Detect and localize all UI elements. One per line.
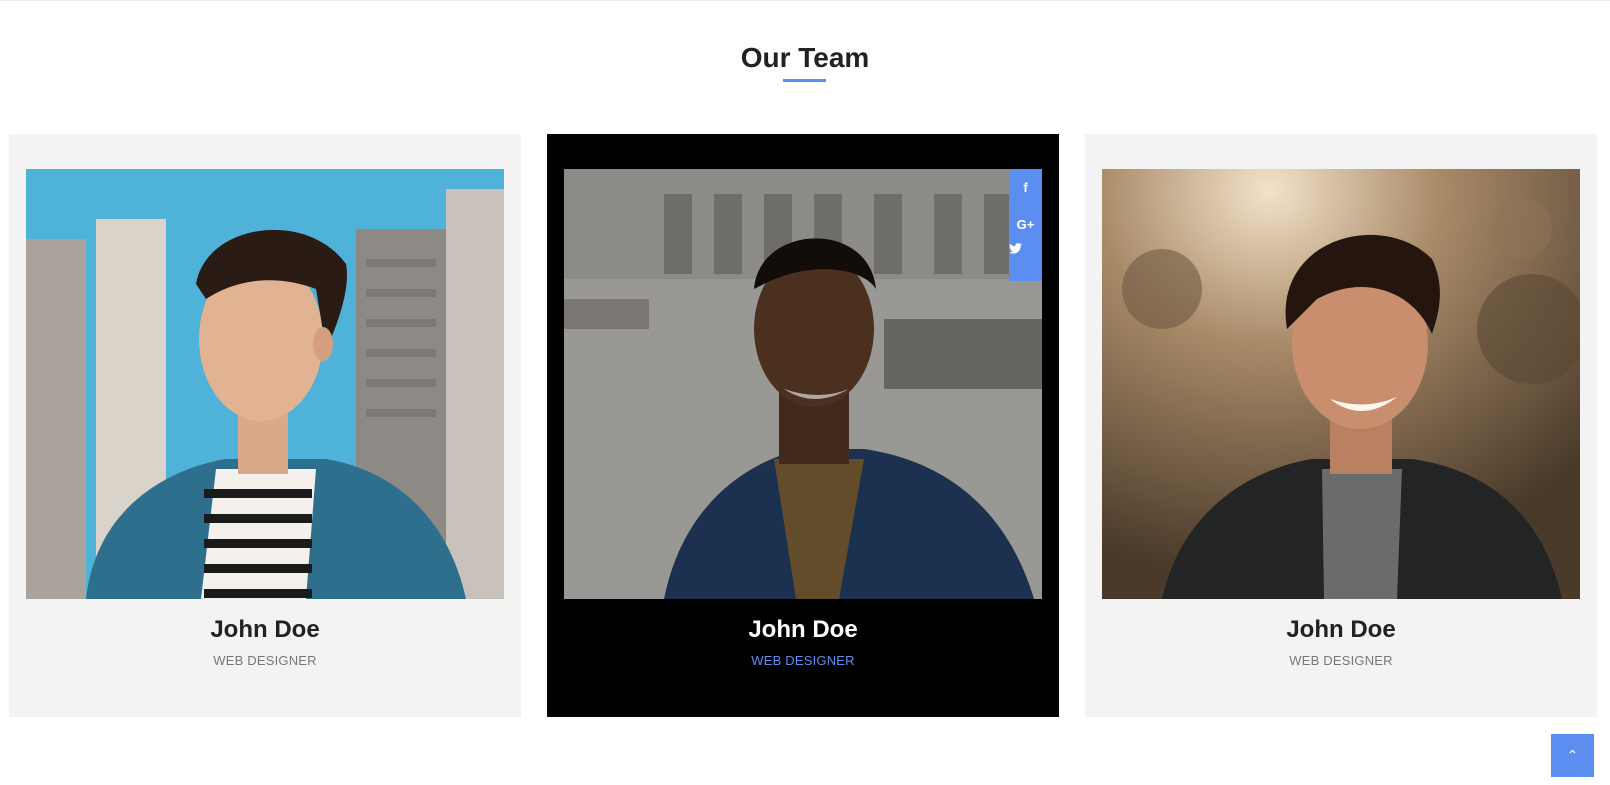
member-name: John Doe [1286, 616, 1396, 643]
member-photo-3 [1102, 169, 1580, 599]
member-role: WEB DESIGNER [1289, 653, 1393, 668]
team-member-card-2[interactable]: f G+ John Doe WEB DESIGNER [547, 134, 1059, 717]
social-links: f G+ [1009, 169, 1042, 281]
member-photo-2: f G+ [564, 169, 1042, 599]
member-name: John Doe [748, 616, 858, 643]
google-plus-icon[interactable]: G+ [1009, 206, 1042, 243]
member-photo-1 [26, 169, 504, 599]
scroll-to-top-button[interactable]: ⌃ [1551, 734, 1594, 777]
title-underline [783, 79, 826, 82]
member-role: WEB DESIGNER [751, 653, 855, 668]
team-member-card-3[interactable]: John Doe WEB DESIGNER [1085, 134, 1597, 717]
team-member-card-1[interactable]: John Doe WEB DESIGNER [9, 134, 521, 717]
top-divider [0, 0, 1610, 1]
member-role: WEB DESIGNER [213, 653, 317, 668]
photo-hover-overlay [564, 169, 1042, 599]
member-name: John Doe [210, 616, 320, 643]
chevron-up-icon: ⌃ [1566, 747, 1579, 763]
twitter-icon[interactable] [1009, 243, 1042, 280]
facebook-icon[interactable]: f [1009, 169, 1042, 206]
section-title: Our Team [740, 42, 870, 73]
